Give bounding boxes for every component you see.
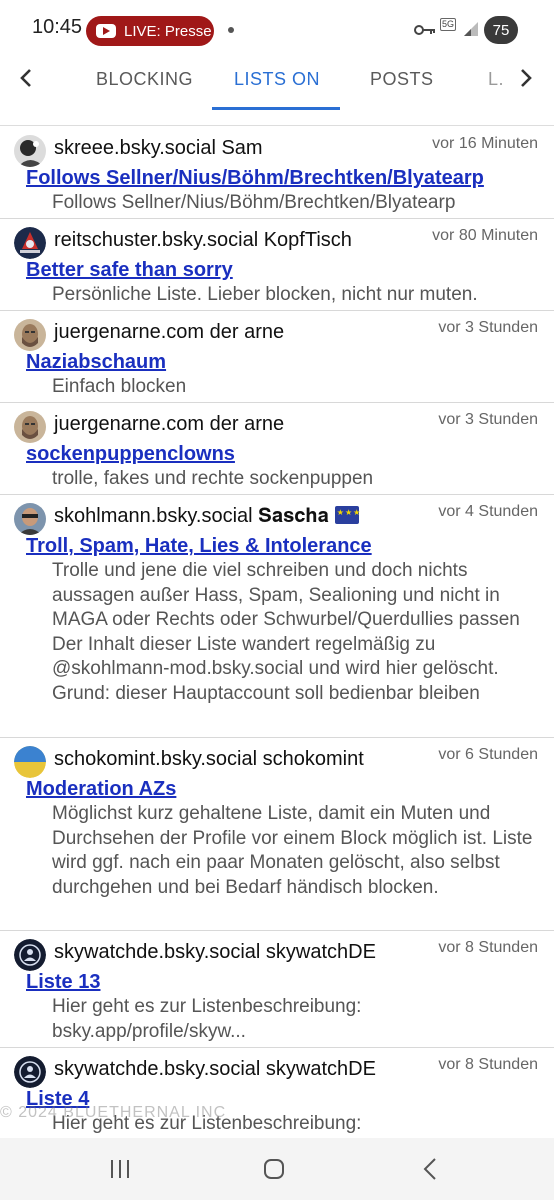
list-author[interactable]: reitschuster.bsky.social KopfTisch (54, 229, 352, 252)
network-type-icon: 5G (440, 18, 457, 31)
list-time: vor 3 Stunden (438, 411, 538, 428)
list-item[interactable]: skywatchde.bsky.social skywatchDE vor 8 … (0, 931, 554, 1048)
list-description: Follows Sellner/Nius/Böhm/Brechtken/Blya… (52, 192, 456, 213)
list-author[interactable]: skreee.bsky.social Sam (54, 137, 263, 160)
recents-icon[interactable] (98, 1152, 142, 1186)
watermark: © 2024 BLUETHERNAL INC (0, 1104, 227, 1121)
list-time: vor 4 Stunden (438, 503, 538, 520)
battery-indicator: 75 (484, 16, 518, 44)
list-title-link[interactable]: Naziabschaum (26, 349, 538, 375)
youtube-icon (96, 24, 116, 38)
list-time: vor 3 Stunden (438, 319, 538, 336)
live-label: LIVE: Presse (124, 22, 212, 40)
list-description: Einfach blocken (52, 376, 187, 397)
signal-icon (464, 22, 478, 36)
tab-partial[interactable]: L. (488, 69, 504, 90)
list-item[interactable]: reitschuster.bsky.social KopfTisch vor 8… (0, 219, 554, 311)
avatar[interactable] (14, 503, 46, 535)
list-title-link[interactable]: sockenpuppenclowns (26, 441, 538, 467)
avatar[interactable] (14, 1056, 46, 1088)
system-nav-bar (0, 1138, 554, 1200)
list-title-link[interactable]: Follows Sellner/Nius/Böhm/Brechtken/Blya… (26, 165, 538, 191)
active-tab-indicator (212, 107, 340, 110)
list-item[interactable]: skreee.bsky.social Sam vor 16 Minuten Fo… (0, 127, 554, 219)
list-description: trolle, fakes und rechte sockenpuppen (52, 468, 374, 489)
back-icon[interactable] (408, 1152, 452, 1186)
notification-dot-icon (228, 27, 234, 33)
list-author[interactable]: juergenarne.com der arne (54, 321, 284, 344)
list-description: Hier geht es zur Listenbeschreibung: bsk… (52, 996, 362, 1042)
list-time: vor 80 Minuten (432, 227, 538, 244)
list-description: Möglichst kurz gehaltene Liste, damit ei… (52, 803, 533, 898)
list-title-link[interactable]: Troll, Spam, Hate, Lies & Intolerance (26, 533, 538, 559)
avatar[interactable] (14, 135, 46, 167)
avatar[interactable] (14, 939, 46, 971)
avatar[interactable] (14, 746, 46, 778)
chevron-right-icon[interactable] (506, 58, 546, 98)
list-time: vor 6 Stunden (438, 746, 538, 763)
list-time: vor 8 Stunden (438, 939, 538, 956)
list-description: Persönliche Liste. Lieber blocken, nicht… (52, 284, 478, 305)
tab-blocking[interactable]: BLOCKING (96, 69, 193, 90)
avatar[interactable] (14, 411, 46, 443)
list-description: Trolle und jene die viel schreiben und d… (52, 560, 520, 704)
status-time: 10:45 (32, 16, 83, 38)
live-notification-pill[interactable]: LIVE: Presse (86, 16, 214, 46)
list-time: vor 8 Stunden (438, 1056, 538, 1073)
key-icon (414, 25, 435, 35)
tab-posts[interactable]: POSTS (370, 69, 434, 90)
list-item[interactable]: schokomint.bsky.social schokomint vor 6 … (0, 738, 554, 931)
list-author[interactable]: skywatchde.bsky.social skywatchDE (54, 941, 376, 964)
list-item[interactable]: juergenarne.com der arne vor 3 Stunden s… (0, 403, 554, 495)
home-icon[interactable] (252, 1152, 296, 1186)
list-item[interactable]: juergenarne.com der arne vor 3 Stunden N… (0, 311, 554, 403)
list-author[interactable]: juergenarne.com der arne (54, 413, 284, 436)
status-bar: 10:45 LIVE: Presse 5G 75 (0, 0, 554, 60)
chevron-left-icon[interactable] (6, 58, 46, 98)
tab-lists-on[interactable]: LISTS ON (234, 69, 320, 90)
list-item[interactable]: skohlmann.bsky.social 𝐒𝐚𝐬𝐜𝐡𝐚 vor 4 Stund… (0, 495, 554, 738)
list-feed: skreee.bsky.social Sam vor 16 Minuten Fo… (0, 127, 554, 1188)
list-author[interactable]: schokomint.bsky.social schokomint (54, 748, 364, 771)
list-title-link[interactable]: Better safe than sorry (26, 257, 538, 283)
list-title-link[interactable]: Moderation AZs (26, 776, 538, 802)
avatar[interactable] (14, 227, 46, 259)
list-title-link[interactable]: Liste 13 (26, 969, 538, 995)
list-time: vor 16 Minuten (432, 135, 538, 152)
list-author[interactable]: skywatchde.bsky.social skywatchDE (54, 1058, 376, 1081)
list-author[interactable]: skohlmann.bsky.social 𝐒𝐚𝐬𝐜𝐡𝐚 (54, 505, 361, 528)
eu-flag-icon (334, 506, 361, 524)
avatar[interactable] (14, 319, 46, 351)
tab-bar: BLOCKING LISTS ON POSTS L. (0, 60, 554, 126)
